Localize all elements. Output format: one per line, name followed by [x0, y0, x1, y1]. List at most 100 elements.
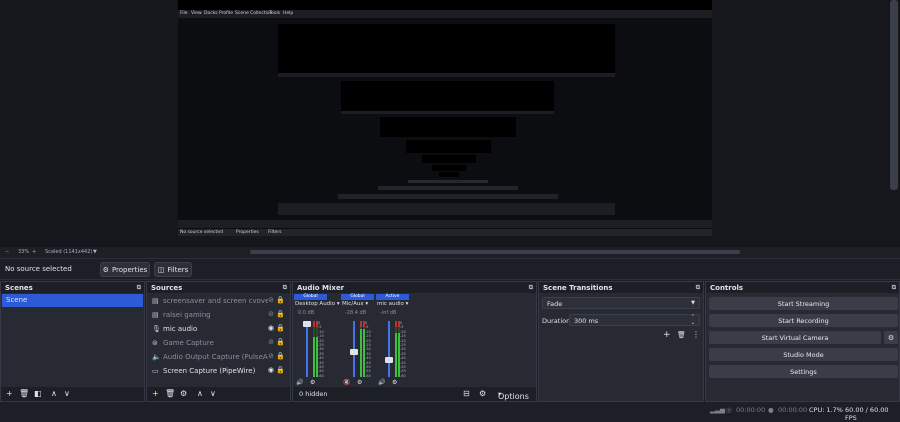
- channel-db: -28.4 dB: [345, 310, 367, 316]
- scene-filters-icon[interactable]: ◧: [34, 389, 42, 398]
- controls-dock-title: Controls ⧉: [706, 282, 899, 293]
- eye-hidden-icon[interactable]: ⊘: [268, 310, 274, 318]
- mute-icon[interactable]: 🔇: [343, 379, 350, 386]
- preview-horizontal-scrollbar[interactable]: [250, 250, 740, 254]
- nested-dock-strip-3: [338, 194, 558, 199]
- meter-tick: -40: [365, 356, 371, 361]
- nested-level-5: [406, 140, 491, 153]
- meter-tick: -60: [318, 373, 324, 378]
- remove-source-icon[interactable]: 🗑: [165, 389, 175, 398]
- source-item[interactable]: 🎙 mic audio ◉ 🔒: [148, 323, 289, 336]
- channel-config-icon[interactable]: ⚙: [310, 379, 315, 386]
- source-item[interactable]: ⊜ Game Capture ⊘ 🔒: [148, 337, 289, 350]
- options-button[interactable]: Options ▾: [498, 390, 529, 401]
- add-source-icon[interactable]: +: [152, 389, 159, 398]
- eye-visible-icon[interactable]: ◉: [268, 366, 274, 374]
- studio-mode-button[interactable]: Studio Mode: [709, 348, 898, 361]
- mixer-channel: Global Desktop Audio ▾ 0.0 dB 0 -5 -10 -15 -20-…: [294, 294, 340, 386]
- speaker-icon[interactable]: 🔊: [378, 379, 385, 386]
- dock-float-icon[interactable]: ⧉: [283, 284, 287, 292]
- preview-vertical-scrollbar[interactable]: [890, 0, 898, 190]
- filters-button[interactable]: ◫ Filters: [154, 262, 192, 277]
- channel-name[interactable]: Desktop Audio ▾: [295, 301, 340, 307]
- lock-icon[interactable]: 🔒: [276, 338, 285, 346]
- mixer-channel: Global Mic/Aux ▾ -28.4 dB 0 -5 -10 -15 -20 -25 -3…: [341, 294, 374, 386]
- lock-icon[interactable]: 🔒: [276, 366, 285, 374]
- meter-tick: -40: [400, 356, 406, 361]
- zoom-out-icon[interactable]: −: [5, 249, 9, 255]
- remove-scene-icon[interactable]: 🗑: [19, 389, 29, 398]
- dock-float-icon[interactable]: ⧉: [892, 284, 896, 292]
- nested-level-4: [380, 117, 516, 137]
- sources-title: Sources: [151, 284, 183, 292]
- source-toolbar: No source selected ⚙ Properties ◫ Filter…: [0, 258, 900, 280]
- channel-name-label: Mic/Aux: [342, 301, 364, 307]
- source-item-label: mic audio: [163, 325, 198, 333]
- add-scene-icon[interactable]: +: [6, 389, 13, 398]
- scene-item[interactable]: Scene: [2, 294, 143, 307]
- source-item-label: Screen Capture (PipeWire): [163, 367, 256, 375]
- transitions-dock-title: Scene Transitions ⧉: [539, 282, 703, 293]
- move-down-icon[interactable]: ∨: [64, 389, 70, 398]
- remove-transition-icon[interactable]: 🗑: [677, 331, 686, 339]
- meter-fill: [313, 336, 315, 377]
- more-icon[interactable]: ⋮: [692, 330, 700, 339]
- preview-canvas[interactable]: File View Docks Profile Scene Collection…: [0, 0, 900, 247]
- start-virtual-camera-button[interactable]: Start Virtual Camera: [709, 331, 881, 344]
- nested-dock-strip-1: [408, 180, 488, 183]
- mixer-config-icon[interactable]: ⚙: [479, 389, 486, 398]
- nested-level-8: [439, 172, 459, 177]
- transition-select[interactable]: Fade ▼: [542, 297, 700, 309]
- lock-icon[interactable]: 🔒: [276, 324, 285, 332]
- nested-dock-strip-2: [378, 186, 518, 190]
- move-up-icon[interactable]: ∧: [51, 389, 57, 398]
- volume-fader-track[interactable]: [306, 321, 308, 377]
- volume-fader-track[interactable]: [388, 321, 390, 377]
- zoom-in-icon[interactable]: +: [32, 249, 36, 255]
- audio-mixer-title: Audio Mixer: [297, 284, 345, 292]
- nested-menu-profile: Profile: [219, 11, 233, 16]
- eye-hidden-icon[interactable]: ⊘: [268, 296, 274, 304]
- eye-hidden-icon[interactable]: ⊘: [268, 352, 274, 360]
- channel-db: -inf dB: [380, 310, 397, 316]
- lock-icon[interactable]: 🔒: [276, 310, 285, 318]
- duration-field[interactable]: 300 ms ⌃ ⌄: [569, 314, 700, 326]
- level-meter: [395, 321, 397, 377]
- volume-fader-knob[interactable]: [350, 348, 358, 355]
- add-transition-icon[interactable]: +: [663, 330, 671, 340]
- mixer-layout-icon[interactable]: ⊟: [463, 389, 470, 398]
- channel-config-icon[interactable]: ⚙: [392, 379, 397, 386]
- scale-dropdown-icon[interactable]: ▼: [93, 249, 97, 255]
- start-streaming-button[interactable]: Start Streaming: [709, 297, 898, 310]
- volume-fader-knob[interactable]: [303, 320, 311, 327]
- move-up-icon[interactable]: ∧: [197, 389, 203, 398]
- scenes-dock-title: Scenes ⧉: [1, 282, 144, 293]
- eye-hidden-icon[interactable]: ⊘: [268, 338, 274, 346]
- source-item[interactable]: 🔈 Audio Output Capture (PulseAudio) ⊘ 🔒: [148, 351, 289, 364]
- source-item[interactable]: ▤ ralsei gaming ⊘ 🔒: [148, 309, 289, 322]
- channel-name[interactable]: mic audio ▾: [377, 301, 408, 307]
- virtual-camera-settings-icon[interactable]: ⚙: [884, 331, 898, 344]
- nested-level-7: [432, 165, 466, 171]
- source-properties-icon[interactable]: ⚙: [180, 389, 187, 398]
- stepper-icon[interactable]: ⌃ ⌄: [691, 314, 695, 326]
- channel-name[interactable]: Mic/Aux ▾: [342, 301, 368, 307]
- source-item[interactable]: ▭ Screen Capture (PipeWire) ◉ 🔒: [148, 365, 289, 378]
- dock-float-icon[interactable]: ⧉: [696, 284, 700, 292]
- lock-icon[interactable]: 🔒: [276, 352, 285, 360]
- settings-button[interactable]: Settings: [709, 365, 898, 378]
- channel-config-icon[interactable]: ⚙: [357, 379, 362, 386]
- dock-float-icon[interactable]: ⧉: [137, 284, 141, 292]
- speaker-icon[interactable]: 🔊: [296, 379, 303, 386]
- eye-visible-icon[interactable]: ◉: [268, 324, 274, 332]
- move-down-icon[interactable]: ∨: [210, 389, 216, 398]
- dock-float-icon[interactable]: ⧉: [529, 284, 533, 292]
- source-item[interactable]: ▤ screensaver and screen cvover for l ⊘ …: [148, 295, 289, 308]
- nested-dock-strip-4: [278, 203, 615, 215]
- record-icon: ●: [768, 406, 774, 414]
- start-recording-button[interactable]: Start Recording: [709, 314, 898, 327]
- duration-label: Duration: [542, 317, 571, 325]
- lock-icon[interactable]: 🔒: [276, 296, 285, 304]
- properties-button[interactable]: ⚙ Properties: [100, 262, 150, 277]
- volume-fader-knob[interactable]: [385, 357, 393, 364]
